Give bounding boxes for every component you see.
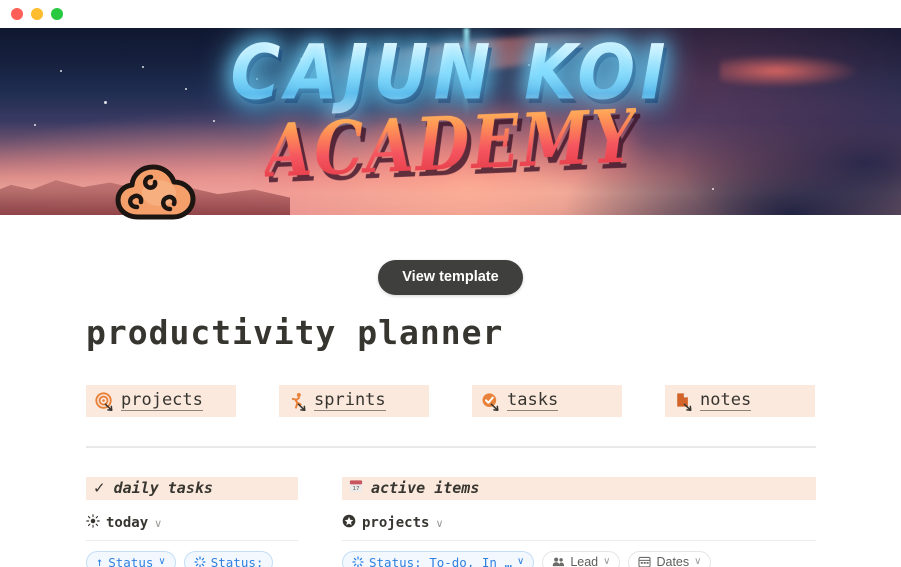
calendar-icon: 17 [349,479,363,498]
svg-text:17: 17 [352,486,360,492]
document-icon [674,392,693,411]
maximize-button[interactable] [51,8,63,20]
page-content: View template productivity planner proje… [0,260,901,567]
view-tab-label: projects [362,515,430,531]
check-circle-icon [481,392,500,411]
active-items-filter-row: Status: To-do, In … ∨ Lead ∨ Dates ∨ [342,550,816,567]
arrow-up-icon: ↑ [96,555,104,567]
view-tab-label: today [106,515,149,531]
quick-link-label: sprints [314,389,386,412]
people-icon [552,556,565,567]
daily-tasks-filter-row: ↑ Status ∨ Status: [86,550,298,567]
chevron-down-icon[interactable]: ∨ [435,518,443,529]
quick-link-projects[interactable]: projects [86,385,236,417]
daily-tasks-title: daily tasks [113,479,213,497]
chevron-down-icon: ∨ [517,556,525,567]
daily-tasks-column: ✓ daily tasks today ∨ ↑ Status ∨ Status: [86,476,298,567]
star-circle-icon [342,514,356,533]
page-title: productivity planner [86,313,504,352]
window-titlebar [0,0,901,28]
quick-link-label: projects [121,389,203,412]
quick-link-sprints[interactable]: sprints [279,385,429,417]
quick-link-notes[interactable]: notes [665,385,815,417]
sun-icon [86,513,100,533]
active-items-header: 17 active items [342,476,816,500]
pill-label: Dates [656,555,690,567]
daily-tasks-header: ✓ daily tasks [86,476,298,500]
close-button[interactable] [11,8,23,20]
calendar-icon [638,556,652,567]
cover-title-line2: ACADEMY [262,92,639,195]
active-items-column: 17 active items projects ∨ Status: To-do… [342,476,816,567]
view-template-button[interactable]: View template [378,260,523,295]
quick-link-tasks[interactable]: tasks [472,385,622,417]
minimize-button[interactable] [31,8,43,20]
chevron-down-icon: ∨ [158,556,166,567]
running-icon [288,392,307,411]
database-columns: ✓ daily tasks today ∨ ↑ Status ∨ Status:… [86,476,901,567]
chevron-down-icon[interactable]: ∨ [154,518,162,529]
chevron-down-icon: ∨ [694,556,702,567]
loading-spinner-icon [352,556,364,567]
quick-links-row: projects sprints tasks notes [86,385,901,417]
pill-label: Status: To-do, In … [369,554,512,567]
active-items-title: active items [371,479,480,497]
quick-link-label: tasks [507,389,559,412]
chevron-down-icon: ∨ [603,556,611,567]
quick-link-label: notes [700,389,752,412]
filter-status-pill[interactable]: Status: [183,550,274,567]
loading-spinner-icon [194,556,206,567]
view-tab-projects[interactable]: projects ∨ [342,511,816,541]
target-icon [95,391,114,411]
pill-label: Status [108,554,154,567]
filter-status-pill[interactable]: Status: To-do, In … ∨ [342,550,535,567]
filter-dates-pill[interactable]: Dates ∨ [628,550,712,567]
view-tab-today[interactable]: today ∨ [86,511,298,541]
checkmark-icon: ✓ [93,478,106,497]
view-template-row: View template [0,260,901,295]
section-divider [86,446,816,448]
orange-cloud-icon[interactable] [115,163,197,225]
filter-lead-pill[interactable]: Lead ∨ [542,550,621,567]
pill-label: Lead [570,555,599,567]
sort-status-pill[interactable]: ↑ Status ∨ [86,550,176,567]
pill-label: Status: [210,554,264,567]
